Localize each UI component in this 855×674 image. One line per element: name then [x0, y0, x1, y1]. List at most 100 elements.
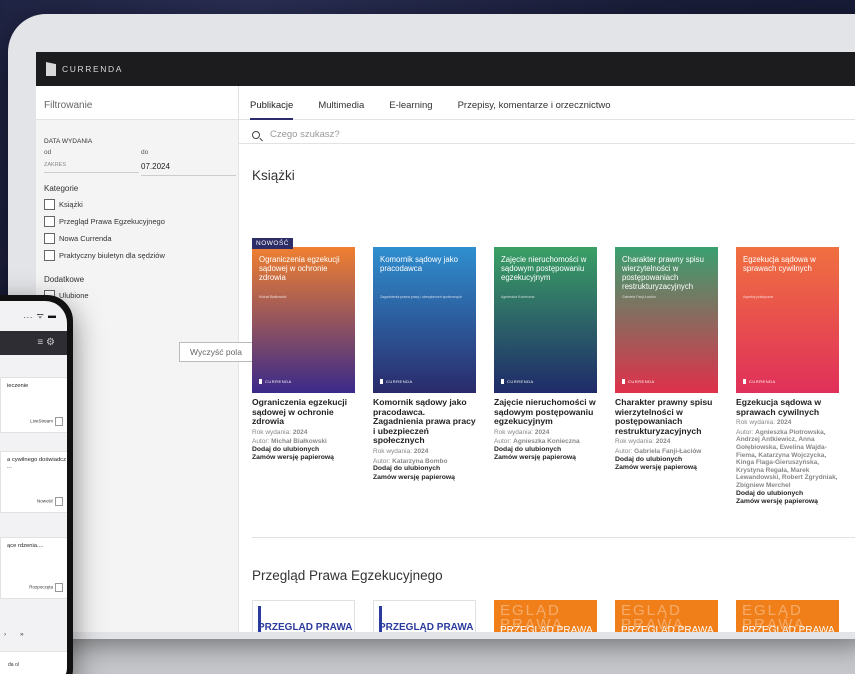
journal-cover[interactable]: PRZEGLĄD PRAWA EGZEKUCYJNEGO: [252, 600, 355, 632]
checkbox-label: Nowa Currenda: [59, 234, 112, 243]
cover-publisher-logo: CURRENDA: [380, 379, 413, 384]
phone-card-chip: Rozpoczęta: [29, 583, 63, 592]
add-favorite-link[interactable]: Dodaj do ulubionych: [494, 446, 597, 454]
journal-cover[interactable]: EGLĄD PRAWAPRZEGLĄD PRAWA EGZEKUCYJNEGO: [494, 600, 597, 632]
author-value: Agnieszka Konieczna: [513, 438, 580, 446]
category-checkbox-ksiazki[interactable]: Książki: [44, 199, 238, 210]
book-cover[interactable]: Charakter prawny spisu wierzytelności w …: [615, 247, 718, 393]
checkbox-icon[interactable]: [44, 250, 55, 261]
year-label: Rok wydania:: [494, 428, 534, 436]
journal-cover[interactable]: EGLĄD PRAWAPRZEGLĄD PRAWA EGZEKUCYJNEGO: [615, 600, 718, 632]
book-cover[interactable]: Zajęcie nieruchomości w sądowym postępow…: [494, 247, 597, 393]
date-label: DATA WYDANIA: [44, 138, 93, 145]
author-value: Michał Białkowski: [271, 438, 327, 446]
book-title[interactable]: Komornik sądowy jako pracodawca. Zagadni…: [373, 397, 476, 446]
year-value: 2024: [413, 447, 429, 455]
checkbox-label: Ulubione: [59, 291, 89, 300]
phone-pager[interactable]: › »: [4, 631, 30, 638]
checkbox-label: Książki: [59, 200, 83, 209]
phone-card-chip: LiveStream: [30, 417, 63, 426]
year-label: Rok wydania:: [736, 419, 776, 427]
book-title[interactable]: Zajęcie nieruchomości w sądowym postępow…: [494, 397, 597, 427]
author-value: Katarzyna Bombo: [392, 457, 448, 465]
checkbox-icon[interactable]: [44, 233, 55, 244]
phone-card[interactable]: ące rdzenia.... Rozpoczęta: [0, 537, 67, 599]
order-paper-link[interactable]: Zamów wersję papierową: [736, 498, 839, 506]
brand-name: CURRENDA: [62, 64, 123, 74]
book-title[interactable]: Egzekucja sądowa w sprawach cywilnych: [736, 397, 839, 417]
book-card[interactable]: Zajęcie nieruchomości w sądowym postępow…: [494, 247, 597, 463]
checkbox-icon[interactable]: [44, 199, 55, 210]
cover-title: Ograniczenia egzekucji sądowej w ochroni…: [259, 255, 340, 282]
filter-heading: Filtrowanie: [36, 86, 239, 120]
cover-subtitle: Gabriela Fanji-Łaciów: [622, 295, 656, 299]
year-value: 2024: [776, 419, 792, 427]
cover-subtitle: Michał Białkowski: [259, 295, 287, 299]
laptop-frame: CURRENDA Filtrowanie Publikacje Multimed…: [8, 14, 855, 639]
year-value: 2024: [292, 428, 308, 436]
book-title[interactable]: Ograniczenia egzekucji sądowej w ochroni…: [252, 397, 355, 427]
book-title[interactable]: Charakter prawny spisu wierzytelności w …: [615, 397, 718, 436]
category-checkbox-nowa-currenda[interactable]: Nowa Currenda: [44, 233, 238, 244]
currenda-logo-icon: [46, 62, 56, 76]
order-paper-link[interactable]: Zamów wersję papierową: [373, 474, 476, 482]
year-label: Rok wydania:: [252, 428, 292, 436]
search-icon[interactable]: [252, 130, 260, 139]
book-cover[interactable]: Ograniczenia egzekucji sądowej w ochroni…: [252, 247, 355, 393]
phone-card[interactable]: ieczenie LiveStream: [0, 377, 67, 433]
year-label: Rok wydania:: [615, 438, 655, 446]
year-label: Rok wydania:: [373, 447, 413, 455]
add-favorite-link[interactable]: Dodaj do ulubionych: [615, 456, 718, 464]
date-to-field[interactable]: 07.2024: [141, 156, 236, 176]
tab-publikacje[interactable]: Publikacje: [250, 86, 294, 120]
laptop-screen: CURRENDA Filtrowanie Publikacje Multimed…: [36, 52, 855, 632]
book-cover[interactable]: Komornik sądowy jako pracodawca Zagadnien…: [373, 247, 476, 393]
categories-label: Kategorie: [44, 184, 79, 193]
book-card[interactable]: Egzekucja sądowa w sprawach cywilnych Asp…: [736, 247, 839, 506]
date-from-field[interactable]: ZAKRES: [44, 156, 139, 173]
tab-e-learning[interactable]: E-learning: [389, 86, 432, 120]
order-paper-link[interactable]: Zamów wersję papierową: [494, 454, 597, 462]
journal-heading: Przegląd Prawa Egzekucyjnego: [252, 568, 443, 583]
search-bar[interactable]: Czego szukasz?: [239, 120, 855, 144]
journal-cover-title: PRZEGLĄD PRAWA EGZEKUCYJNEGO: [742, 625, 835, 633]
phone-status-bar: ... ᯤ ▬: [23, 311, 57, 320]
book-cover[interactable]: Egzekucja sądowa w sprawach cywilnych Asp…: [736, 247, 839, 393]
book-year: Rok wydania: 2024: [494, 429, 597, 437]
add-favorite-link[interactable]: Dodaj do ulubionych: [373, 465, 476, 473]
search-input[interactable]: Czego szukasz?: [270, 129, 340, 140]
add-favorite-link[interactable]: Dodaj do ulubionych: [252, 446, 355, 454]
add-favorite-link[interactable]: Dodaj do ulubionych: [736, 490, 839, 498]
order-paper-link[interactable]: Zamów wersję papierową: [252, 454, 355, 462]
book-author: Autor: Michał Białkowski: [252, 438, 355, 446]
tab-multimedia[interactable]: Multimedia: [318, 86, 364, 120]
journal-cover-title: PRZEGLĄD PRAWA EGZEKUCYJNEGO: [258, 622, 353, 633]
order-paper-link[interactable]: Zamów wersję papierową: [615, 464, 718, 472]
phone-card[interactable]: a cywilnego doświadcz ... Nowość: [0, 451, 67, 513]
cover-publisher-logo: CURRENDA: [622, 379, 655, 384]
extra-checkbox-ulubione[interactable]: Ulubione: [44, 290, 238, 301]
phone-screen: ... ᯤ ▬ ≡ ⚙ ieczenie LiveStream a cywiln…: [0, 301, 67, 674]
from-label: od: [44, 149, 52, 156]
book-card[interactable]: Ograniczenia egzekucji sądowej w ochroni…: [252, 247, 355, 463]
journal-cover[interactable]: PRZEGLĄD PRAWA EGZEKUCYJNEGO: [373, 600, 476, 632]
cover-subtitle: Agnieszka Konieczna: [501, 295, 535, 299]
author-label: Autor:: [373, 457, 391, 465]
checkbox-icon[interactable]: [44, 216, 55, 227]
phone-card-text: a cywilnego doświadcz ...: [7, 457, 66, 470]
checkbox-label: Praktyczny biuletyn dla sędziów: [59, 251, 165, 260]
book-card[interactable]: Komornik sądowy jako pracodawca Zagadnien…: [373, 247, 476, 482]
cover-title: Egzekucja sądowa w sprawach cywilnych: [743, 255, 816, 273]
year-value: 2024: [655, 438, 671, 446]
author-value: Gabriela Fanji-Łaciów: [634, 447, 702, 455]
book-card[interactable]: Charakter prawny spisu wierzytelności w …: [615, 247, 718, 472]
tab-przepisy[interactable]: Przepisy, komentarze i orzecznictwo: [458, 86, 611, 120]
category-checkbox-przeglad[interactable]: Przegląd Prawa Egzekucyjnego: [44, 216, 238, 227]
journal-cover[interactable]: EGLĄD PRAWAPRZEGLĄD PRAWA EGZEKUCYJNEGO: [736, 600, 839, 632]
category-checkbox-biuletyn[interactable]: Praktyczny biuletyn dla sędziów: [44, 250, 238, 261]
cover-subtitle: Aspekty praktyczne: [743, 295, 774, 299]
tab-bar: Publikacje Multimedia E-learning Przepis…: [239, 86, 855, 120]
cover-publisher-logo: CURRENDA: [259, 379, 292, 384]
menu-icon[interactable]: ≡ ⚙: [37, 337, 55, 348]
author-label: Autor:: [736, 428, 754, 436]
